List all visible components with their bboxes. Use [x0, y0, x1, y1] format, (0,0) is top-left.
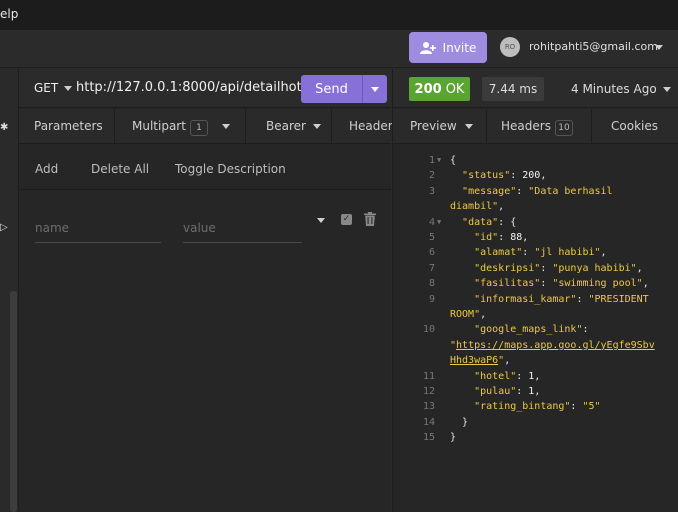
tab-response-headers[interactable]: Headers 10	[501, 119, 573, 136]
json-line: diambil",	[450, 201, 505, 213]
json-line: "google_maps_link":	[474, 324, 589, 336]
line-number: 4	[428, 216, 435, 228]
tab-multipart[interactable]: Multipart 1	[132, 119, 230, 136]
response-status-bar: 200 OK 7.44 ms 4 Minutes Ago	[393, 69, 678, 108]
line-number: 3	[428, 185, 435, 197]
json-line: "https://maps.app.goo.gl/yEgfe9Sbv	[450, 339, 655, 351]
menu-bar: elp	[0, 0, 678, 30]
json-line: "deskripsi": "punya habibi",	[474, 262, 643, 274]
sidebar-edge: ✱ ▷	[0, 69, 19, 512]
json-line: "pulau": 1,	[474, 386, 541, 397]
chevron-down-icon	[662, 87, 671, 92]
json-line: "fasilitas": "swimming pool",	[474, 278, 649, 290]
response-tabs: Preview Headers 10 Cookies	[393, 109, 678, 144]
json-line: "rating_bintang": "5"	[474, 401, 601, 413]
url-input[interactable]: http://127.0.0.1:8000/api/detailhotel/	[76, 80, 318, 95]
avatar[interactable]: RO	[500, 37, 520, 57]
line-number: 1	[428, 155, 435, 166]
status-code: 200	[414, 81, 442, 97]
sidebar-edge-icon: ✱	[0, 122, 9, 133]
tab-cookies[interactable]: Cookies	[611, 119, 658, 133]
chevron-down-icon	[464, 124, 473, 129]
tab-headers-label: Headers	[501, 119, 551, 133]
chevron-down-icon	[371, 86, 379, 92]
param-name-input[interactable]: name	[35, 219, 161, 243]
response-time-badge: 7.44 ms	[482, 77, 544, 101]
line-number: 15	[422, 432, 435, 444]
response-age: 4 Minutes Ago	[571, 82, 657, 96]
status-text: OK	[445, 81, 465, 97]
json-line: }	[450, 432, 457, 444]
sidebar-scrollbar[interactable]	[10, 291, 17, 512]
trash-icon[interactable]	[364, 212, 376, 226]
chevron-down-icon	[221, 124, 230, 129]
param-value-input[interactable]: value	[183, 219, 302, 243]
tab-headers[interactable]: Header	[349, 119, 393, 133]
param-row: name value ✓	[19, 191, 391, 243]
json-line: }	[462, 416, 469, 428]
json-line: "data": {	[462, 216, 517, 228]
multipart-count-badge: 1	[189, 120, 208, 136]
param-toolbar: Add Delete All Toggle Description	[19, 145, 391, 190]
send-button[interactable]: Send	[301, 75, 387, 103]
request-tabs: Parameters Multipart 1 Bearer Header	[19, 109, 393, 144]
tab-multipart-label: Multipart	[132, 119, 186, 133]
menu-help[interactable]: elp	[0, 7, 18, 21]
maps-link[interactable]: Hhd3waP6	[450, 355, 498, 366]
param-type-chevron-down-icon[interactable]	[317, 218, 325, 223]
json-line: "id": 88,	[474, 232, 529, 243]
json-line: "hotel": 1,	[474, 370, 541, 382]
chevron-down-icon	[312, 124, 321, 129]
line-number: 5	[428, 232, 435, 243]
line-number: 14	[422, 416, 435, 428]
method-chevron-down-icon	[64, 86, 73, 91]
response-history-select[interactable]: 4 Minutes Ago	[571, 82, 671, 96]
json-line: "status": 200,	[462, 170, 547, 182]
line-number: 8	[428, 278, 435, 290]
line-number: 6	[428, 247, 435, 259]
status-badge: 200 OK	[409, 77, 470, 101]
json-line: "informasi_kamar": "PRESIDENT	[474, 293, 649, 305]
fold-icon[interactable]: ▼	[437, 153, 441, 168]
maps-link[interactable]: https://maps.app.goo.gl/yEgfe9Sbv	[456, 340, 655, 351]
json-line: "alamat": "jl habibi",	[474, 247, 607, 259]
tab-bearer[interactable]: Bearer	[266, 119, 321, 133]
user-email[interactable]: rohitpahti5@gmail.com	[529, 40, 658, 53]
line-number: 10	[422, 324, 435, 336]
add-user-icon	[419, 42, 436, 54]
account-chevron-down-icon[interactable]	[655, 45, 663, 50]
json-line: Hhd3waP6",	[450, 355, 511, 367]
response-panel: 200 OK 7.44 ms 4 Minutes Ago Preview Hea…	[392, 69, 678, 512]
invite-button[interactable]: Invite	[409, 32, 487, 63]
line-number: 2	[428, 170, 435, 182]
headers-count-badge: 10	[554, 120, 573, 136]
delete-all-button[interactable]: Delete All	[91, 162, 149, 176]
send-options-button[interactable]	[363, 75, 387, 103]
toggle-description-button[interactable]: Toggle Description	[175, 162, 286, 176]
method-select[interactable]: GET	[34, 81, 73, 95]
tab-parameters[interactable]: Parameters	[34, 119, 103, 133]
line-number: 11	[422, 370, 435, 382]
line-number: 9	[428, 293, 435, 305]
line-number: 7	[428, 262, 435, 274]
sidebar-edge-icon: ▷	[0, 222, 8, 233]
url-bar: GET http://127.0.0.1:8000/api/detailhote…	[19, 69, 391, 108]
tab-preview-label: Preview	[410, 119, 457, 133]
add-button[interactable]: Add	[35, 162, 58, 176]
tab-preview[interactable]: Preview	[410, 119, 473, 133]
json-line: "message": "Data berhasil	[462, 185, 613, 197]
line-number: 12	[422, 386, 435, 397]
method-label: GET	[34, 81, 59, 95]
top-bar: Invite RO rohitpahti5@gmail.com	[0, 30, 678, 68]
fold-icon[interactable]: ▼	[437, 215, 441, 230]
line-number: 13	[422, 401, 435, 413]
param-enabled-checkbox[interactable]: ✓	[341, 214, 352, 225]
send-label: Send	[301, 75, 363, 103]
request-panel: GET http://127.0.0.1:8000/api/detailhote…	[19, 69, 393, 512]
json-line: ROOM",	[450, 309, 487, 320]
invite-label: Invite	[442, 40, 477, 55]
tab-bearer-label: Bearer	[266, 119, 306, 133]
json-line: {	[450, 155, 457, 166]
